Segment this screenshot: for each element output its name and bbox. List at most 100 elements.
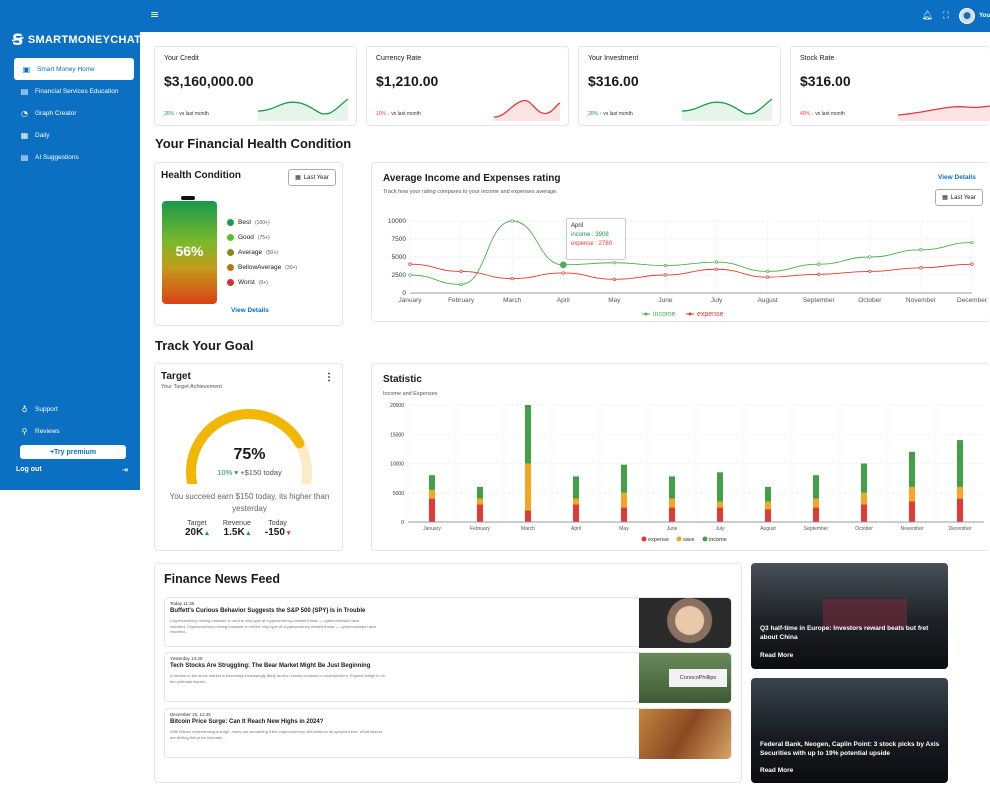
stat-card-credit: Your Credit $3,160,000.00 20% ↑ vs last … bbox=[154, 46, 357, 126]
target-change: 10% ▾ +$150 today bbox=[217, 468, 282, 477]
income-point bbox=[612, 261, 617, 265]
y-tick-label: 5000 bbox=[392, 254, 407, 261]
x-tick-label: March bbox=[503, 297, 521, 304]
sidebar-item-ai-suggestions[interactable]: ▤ AI Suggestions bbox=[14, 146, 134, 168]
legend-label: BellowAverage bbox=[238, 264, 282, 271]
x-tick-label: July bbox=[711, 297, 723, 304]
x-tick-label: April bbox=[557, 297, 571, 304]
target-kpi: Target 20K ▴ bbox=[185, 520, 209, 538]
read-more-link[interactable]: Read More bbox=[760, 767, 793, 774]
income-point bbox=[919, 248, 923, 252]
expense-point bbox=[408, 262, 412, 266]
news-item[interactable]: Today 11:36 Buffett's Curious Behavior S… bbox=[164, 597, 732, 648]
featured-headline: Q3 half-time in Europe: Investors reward… bbox=[760, 625, 929, 641]
card-title: Target bbox=[161, 371, 191, 382]
reviews-icon: ⚲ bbox=[21, 426, 28, 436]
income-bar bbox=[525, 405, 531, 464]
legend-label: expense bbox=[648, 537, 669, 543]
legend-label: expense bbox=[697, 311, 724, 318]
expense-bar bbox=[573, 504, 579, 522]
sidebar-item-reviews[interactable]: ⚲ Reviews bbox=[14, 420, 134, 442]
notification-icon[interactable]: 🔔︎ bbox=[921, 11, 932, 21]
x-tick-label: September bbox=[803, 297, 836, 304]
expense-point bbox=[714, 267, 719, 271]
income-bar bbox=[477, 486, 483, 499]
health-view-details-link[interactable]: View Details bbox=[231, 307, 269, 314]
legend-marker bbox=[688, 312, 692, 316]
x-tick-label: March bbox=[521, 526, 535, 532]
legend-range: (100+) bbox=[255, 219, 270, 226]
brand-logo[interactable]: Ꞩ SMARTMONEYCHAT bbox=[12, 30, 141, 49]
stat-change: 20% ↑ vs last month bbox=[164, 111, 209, 117]
avatar: ● bbox=[959, 8, 976, 24]
x-tick-label: September bbox=[804, 526, 829, 532]
expense-point bbox=[510, 276, 514, 281]
logout-button[interactable]: Log out ⇥ bbox=[16, 466, 128, 474]
read-more-link[interactable]: Read More bbox=[760, 652, 793, 659]
news-thumbnail bbox=[639, 598, 731, 648]
last-year-filter-button[interactable]: ▦ Last Year bbox=[935, 189, 983, 206]
card-title: Health Condition bbox=[161, 170, 241, 181]
news-description: Cryptocurrency-mining malware is not the… bbox=[170, 618, 377, 634]
target-percent: 75% bbox=[233, 446, 266, 463]
menu-icon[interactable]: ≡ bbox=[150, 8, 159, 21]
income-bar bbox=[813, 475, 819, 499]
income-bar bbox=[957, 440, 963, 487]
legend-label: income bbox=[653, 311, 676, 318]
income-view-details-link[interactable]: View Details bbox=[938, 174, 976, 181]
sidebar-bottom-nav: ♁ Support ⚲ Reviews bbox=[0, 398, 140, 442]
logout-icon: ⇥ bbox=[122, 466, 128, 474]
fullscreen-icon[interactable]: ⛶ bbox=[943, 11, 949, 21]
user-menu[interactable]: ● You bbox=[959, 8, 990, 24]
stat-title: Currency Rate bbox=[376, 55, 422, 62]
legend-dot bbox=[227, 219, 234, 226]
sidebar-item-label: Daily bbox=[35, 131, 50, 139]
save-bar bbox=[477, 498, 483, 505]
news-date: Today 11:36 bbox=[170, 601, 195, 606]
save-bar bbox=[525, 463, 531, 511]
expense-point bbox=[868, 269, 872, 274]
featured-news-card[interactable]: Q3 half-time in Europe: Investors reward… bbox=[751, 563, 948, 669]
income-bar bbox=[765, 486, 771, 502]
sparkline-chart bbox=[681, 98, 773, 121]
legend-dot bbox=[227, 234, 234, 241]
health-legend-item: Best (100+) bbox=[227, 215, 297, 230]
income-point bbox=[459, 282, 463, 287]
featured-news-card[interactable]: Federal Bank, Neogen, Caplin Point: 3 st… bbox=[751, 678, 948, 783]
income-bar bbox=[429, 475, 435, 490]
news-item[interactable]: December 15, 12:45 Bitcoin Price Surge: … bbox=[164, 708, 732, 759]
income-point bbox=[408, 273, 412, 277]
health-legend-item: Worst (0+) bbox=[227, 275, 297, 290]
income-point bbox=[868, 255, 872, 259]
save-bar bbox=[861, 492, 867, 505]
sidebar-item-smart-money-home[interactable]: ▣ Smart Money Home bbox=[14, 58, 134, 80]
news-item[interactable]: Yesterday 14:20 Tech Stocks Are Struggli… bbox=[164, 652, 732, 703]
sparkline-chart bbox=[493, 99, 561, 121]
health-section-title: Your Financial Health Condition bbox=[155, 136, 352, 151]
sidebar-item-daily[interactable]: ▦ Daily bbox=[14, 124, 134, 146]
user-name: You bbox=[979, 13, 990, 19]
legend-range: (50+) bbox=[266, 249, 278, 256]
sidebar-item-support[interactable]: ♁ Support bbox=[14, 398, 134, 420]
sidebar-item-label: Support bbox=[35, 405, 58, 413]
save-bar bbox=[957, 486, 963, 499]
graph-icon: ◔ bbox=[21, 108, 28, 118]
kpi-value: 1.5K ▴ bbox=[223, 527, 251, 538]
try-premium-button[interactable]: +Try premium bbox=[20, 445, 126, 459]
expense-series-line bbox=[409, 263, 973, 280]
sidebar-item-graph-creator[interactable]: ◔ Graph Creator bbox=[14, 102, 134, 124]
y-tick-label: 15000 bbox=[390, 432, 404, 438]
legend-label: Average bbox=[238, 249, 263, 256]
legend-marker bbox=[641, 536, 647, 542]
sidebar-item-financial-services-education[interactable]: ▤ Financial Services Education bbox=[14, 80, 134, 102]
news-date: December 15, 12:45 bbox=[170, 712, 211, 717]
last-year-filter-button[interactable]: ▦ Last Year bbox=[288, 169, 336, 186]
battery-cap bbox=[181, 196, 195, 200]
health-condition-card: Health Condition ▦ Last Year 56% Best (100… bbox=[154, 162, 343, 326]
arrow-up-icon: ▴ bbox=[244, 530, 251, 537]
save-bar bbox=[429, 489, 435, 499]
stat-value: $1,210.00 bbox=[376, 73, 439, 89]
x-tick-label: November bbox=[900, 526, 923, 532]
more-options-icon[interactable]: ⋮ bbox=[324, 372, 334, 383]
goal-section-title: Track Your Goal bbox=[155, 338, 254, 353]
